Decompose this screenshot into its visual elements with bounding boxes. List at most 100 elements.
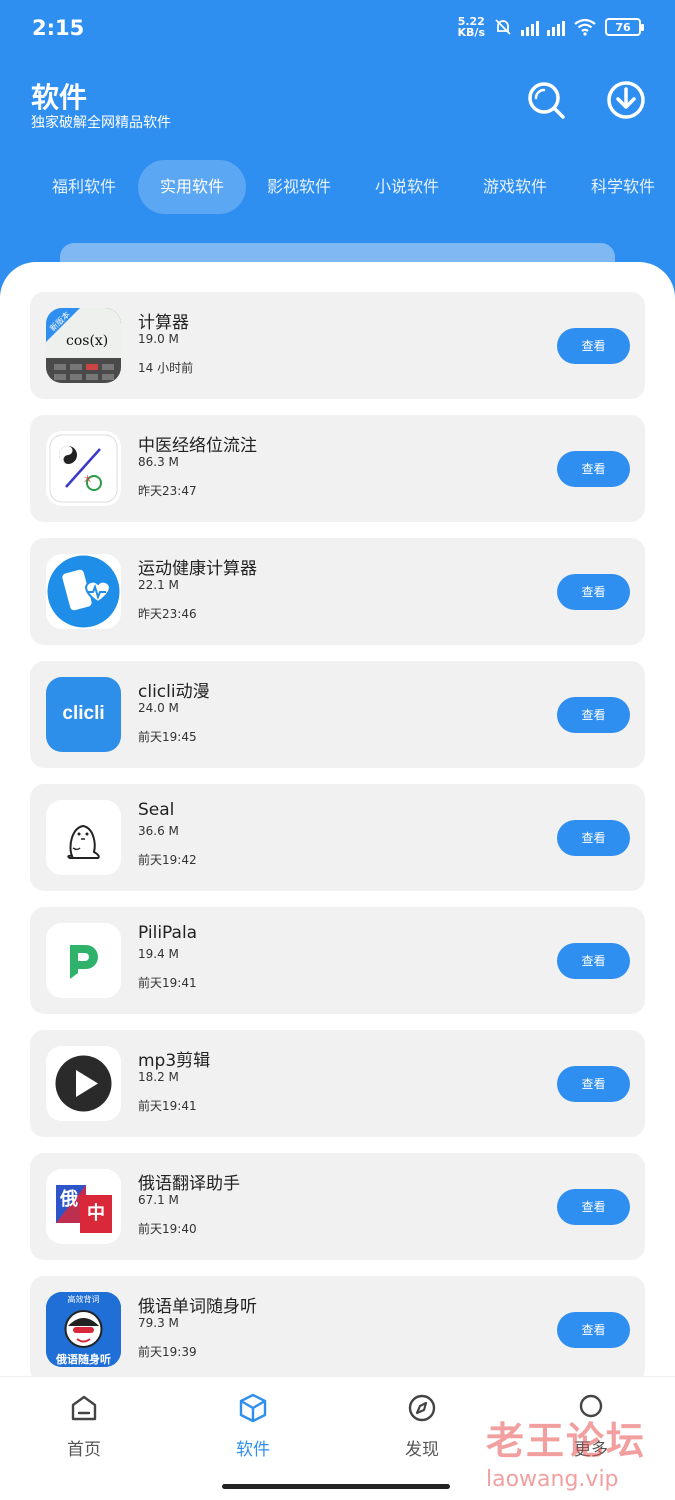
search-button[interactable]: [524, 78, 568, 122]
app-name: mp3剪辑: [138, 1051, 211, 1071]
compass-icon: [408, 1394, 436, 1422]
app-name: 俄语单词随身听: [138, 1297, 257, 1317]
app-name: 俄语翻译助手: [138, 1174, 240, 1194]
app-name: PiliPala: [138, 923, 198, 943]
list-item[interactable]: Seal 36.6 M 前天19:42 查看: [30, 784, 645, 891]
pilipala-app-icon: [46, 923, 121, 998]
view-button[interactable]: 查看: [557, 328, 630, 364]
view-button[interactable]: 查看: [557, 1189, 630, 1225]
list-item[interactable]: 俄 中 俄语翻译助手 67.1 M 前天19:40 查看: [30, 1153, 645, 1260]
nav-discover-label: 发现: [405, 1440, 439, 1460]
nav-software[interactable]: 软件: [203, 1391, 303, 1460]
watermark-en: laowang.vip: [486, 1467, 619, 1492]
svg-text:大: 大: [84, 474, 91, 483]
list-item[interactable]: 新版本 cos(x) 计算器 19.0 M 14 小时前 查看: [30, 292, 645, 399]
view-button[interactable]: 查看: [557, 574, 630, 610]
app-size: 19.0 M: [138, 332, 179, 346]
tab-video[interactable]: 影视软件: [245, 160, 353, 214]
status-time: 2:15: [32, 16, 85, 40]
icon-top-label: 高效背词: [67, 1295, 100, 1304]
app-name: 计算器: [138, 313, 189, 333]
clicli-icon-text: clicli: [62, 703, 105, 724]
nav-home[interactable]: 首页: [34, 1391, 134, 1460]
russian-words-app-icon: 高效背词 俄语随身听: [46, 1292, 121, 1367]
page-title: 软件: [31, 81, 88, 114]
category-tabs: 福利软件 实用软件 影视软件 小说软件 游戏软件 科学软件: [0, 160, 675, 214]
app-time: 前天19:42: [138, 853, 197, 867]
app-time: 14 小时前: [138, 361, 194, 375]
home-icon: [71, 1395, 97, 1421]
app-list: 新版本 cos(x) 计算器 19.0 M 14 小时前 查看 大 中医经络位流…: [30, 292, 645, 1399]
tab-utility[interactable]: 实用软件: [138, 160, 246, 214]
app-time: 前天19:41: [138, 976, 197, 990]
list-item[interactable]: 运动健康计算器 22.1 M 昨天23:46 查看: [30, 538, 645, 645]
view-button[interactable]: 查看: [557, 1312, 630, 1348]
app-list-panel: 新版本 cos(x) 计算器 19.0 M 14 小时前 查看 大 中医经络位流…: [0, 262, 675, 1500]
status-icons: 5.22 KB/s 76: [458, 16, 644, 38]
tab-science[interactable]: 科学软件: [569, 160, 675, 214]
cube-icon: [239, 1393, 267, 1423]
list-item[interactable]: 高效背词 俄语随身听 俄语单词随身听 79.3 M 前天19:39 查看: [30, 1276, 645, 1383]
app-name: 运动健康计算器: [138, 559, 257, 579]
battery-indicator: 76: [605, 18, 644, 36]
list-item[interactable]: clicli clicli动漫 24.0 M 前天19:45 查看: [30, 661, 645, 768]
app-size: 36.6 M: [138, 824, 179, 838]
signal-icon: [521, 18, 539, 36]
header: 软件 独家破解全网精品软件 福利软件 实用软件 影视软件 小说软件 游戏软件 科…: [0, 58, 675, 258]
nav-software-label: 软件: [236, 1440, 270, 1460]
tab-welfare[interactable]: 福利软件: [30, 160, 138, 214]
mp3-app-icon: [46, 1046, 121, 1121]
app-name: 中医经络位流注: [138, 436, 257, 456]
mute-bell-icon: [495, 19, 511, 35]
clicli-app-icon: clicli: [46, 677, 121, 752]
app-time: 昨天23:46: [138, 607, 197, 621]
nav-home-label: 首页: [67, 1440, 101, 1460]
search-icon: [528, 82, 565, 119]
status-bar: 2:15 5.22 KB/s 76: [0, 0, 675, 58]
network-speed: 5.22 KB/s: [458, 16, 485, 38]
app-size: 19.4 M: [138, 947, 179, 961]
page-subtitle: 独家破解全网精品软件: [31, 115, 171, 131]
view-button[interactable]: 查看: [557, 1066, 630, 1102]
app-name: clicli动漫: [138, 682, 210, 702]
app-size: 79.3 M: [138, 1316, 179, 1330]
calculator-icon-text: cos(x): [66, 333, 109, 349]
app-time: 前天19:39: [138, 1345, 197, 1359]
icon-bottom-label: 俄语随身听: [56, 1353, 111, 1366]
app-size: 67.1 M: [138, 1193, 179, 1207]
app-size: 18.2 M: [138, 1070, 179, 1084]
app-size: 86.3 M: [138, 455, 179, 469]
russian-translator-app-icon: 俄 中: [46, 1169, 121, 1244]
list-item[interactable]: mp3剪辑 18.2 M 前天19:41 查看: [30, 1030, 645, 1137]
view-button[interactable]: 查看: [557, 943, 630, 979]
view-button[interactable]: 查看: [557, 820, 630, 856]
app-size: 22.1 M: [138, 578, 179, 592]
list-item[interactable]: PiliPala 19.4 M 前天19:41 查看: [30, 907, 645, 1014]
tab-games[interactable]: 游戏软件: [461, 160, 569, 214]
app-time: 昨天23:47: [138, 484, 197, 498]
calculator-app-icon: 新版本 cos(x): [46, 308, 121, 383]
download-button[interactable]: [604, 78, 648, 122]
app-time: 前天19:45: [138, 730, 197, 744]
nav-discover[interactable]: 发现: [372, 1391, 472, 1460]
tab-novel[interactable]: 小说软件: [353, 160, 461, 214]
health-app-icon: [46, 554, 121, 629]
app-size: 24.0 M: [138, 701, 179, 715]
app-time: 前天19:41: [138, 1099, 197, 1113]
russian-icon-char: 俄: [60, 1189, 78, 1210]
wifi-icon: [574, 18, 596, 36]
chinese-icon-char: 中: [87, 1203, 105, 1224]
app-name: Seal: [138, 800, 175, 820]
view-button[interactable]: 查看: [557, 697, 630, 733]
network-speed-unit: KB/s: [457, 26, 485, 39]
watermark: 老王论坛 laowang.vip: [486, 1410, 646, 1492]
app-time: 前天19:40: [138, 1222, 197, 1236]
download-icon: [607, 81, 645, 119]
list-item[interactable]: 大 中医经络位流注 86.3 M 昨天23:47 查看: [30, 415, 645, 522]
tcm-app-icon: 大: [46, 431, 121, 506]
seal-app-icon: [46, 800, 121, 875]
signal-icon-2: [547, 18, 565, 36]
view-button[interactable]: 查看: [557, 451, 630, 487]
home-indicator[interactable]: [222, 1484, 450, 1489]
watermark-cn: 老王论坛: [486, 1419, 647, 1463]
